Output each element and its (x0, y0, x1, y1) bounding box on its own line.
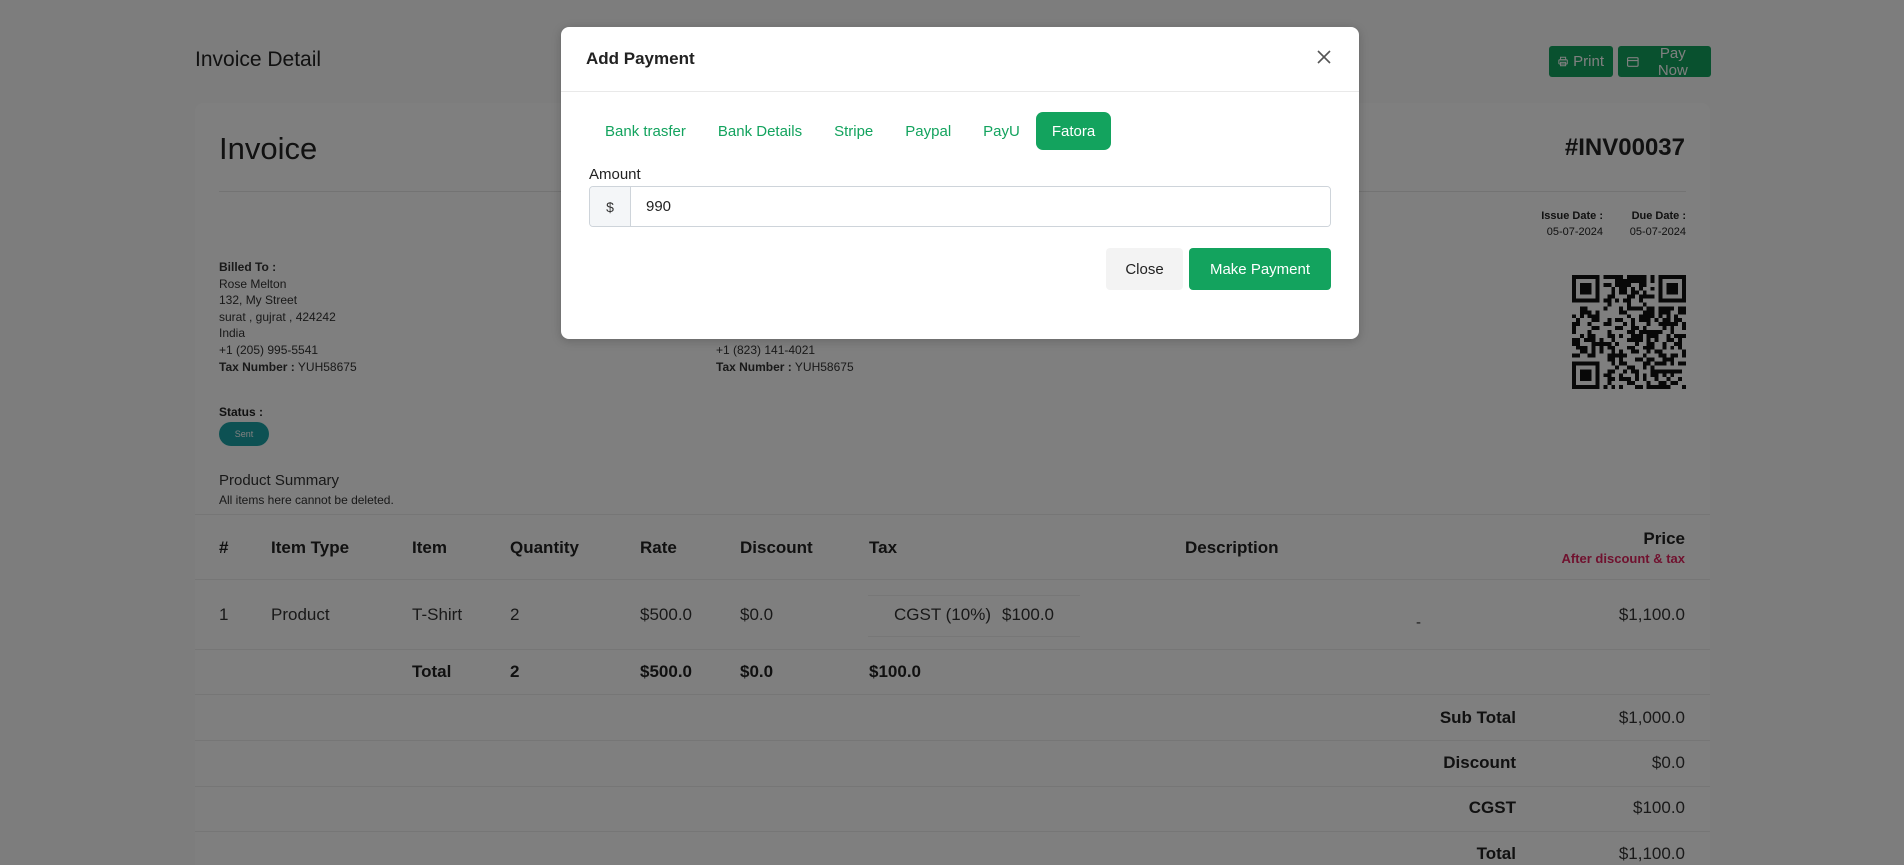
add-payment-modal: Add Payment Bank trasfer Bank Details St… (561, 27, 1359, 339)
close-button[interactable]: Close (1106, 248, 1183, 290)
make-payment-button[interactable]: Make Payment (1189, 248, 1331, 290)
tab-bank-transfer[interactable]: Bank trasfer (589, 112, 702, 150)
payment-tabs: Bank trasfer Bank Details Stripe Paypal … (589, 112, 1112, 150)
tab-bank-details[interactable]: Bank Details (702, 112, 818, 150)
close-icon[interactable] (1313, 46, 1335, 68)
page: Invoice Detail Print Pay Now Invoice #IN… (0, 0, 1904, 865)
tab-payu[interactable]: PayU (967, 112, 1036, 150)
currency-prefix: $ (590, 187, 631, 226)
amount-input[interactable] (631, 187, 1330, 226)
modal-divider (561, 91, 1359, 92)
amount-group: $ (589, 186, 1331, 227)
tab-fatora[interactable]: Fatora (1035, 112, 1112, 150)
amount-label: Amount (589, 166, 641, 183)
tab-stripe[interactable]: Stripe (818, 112, 889, 150)
tab-paypal[interactable]: Paypal (889, 112, 967, 150)
modal-title: Add Payment (586, 49, 695, 68)
